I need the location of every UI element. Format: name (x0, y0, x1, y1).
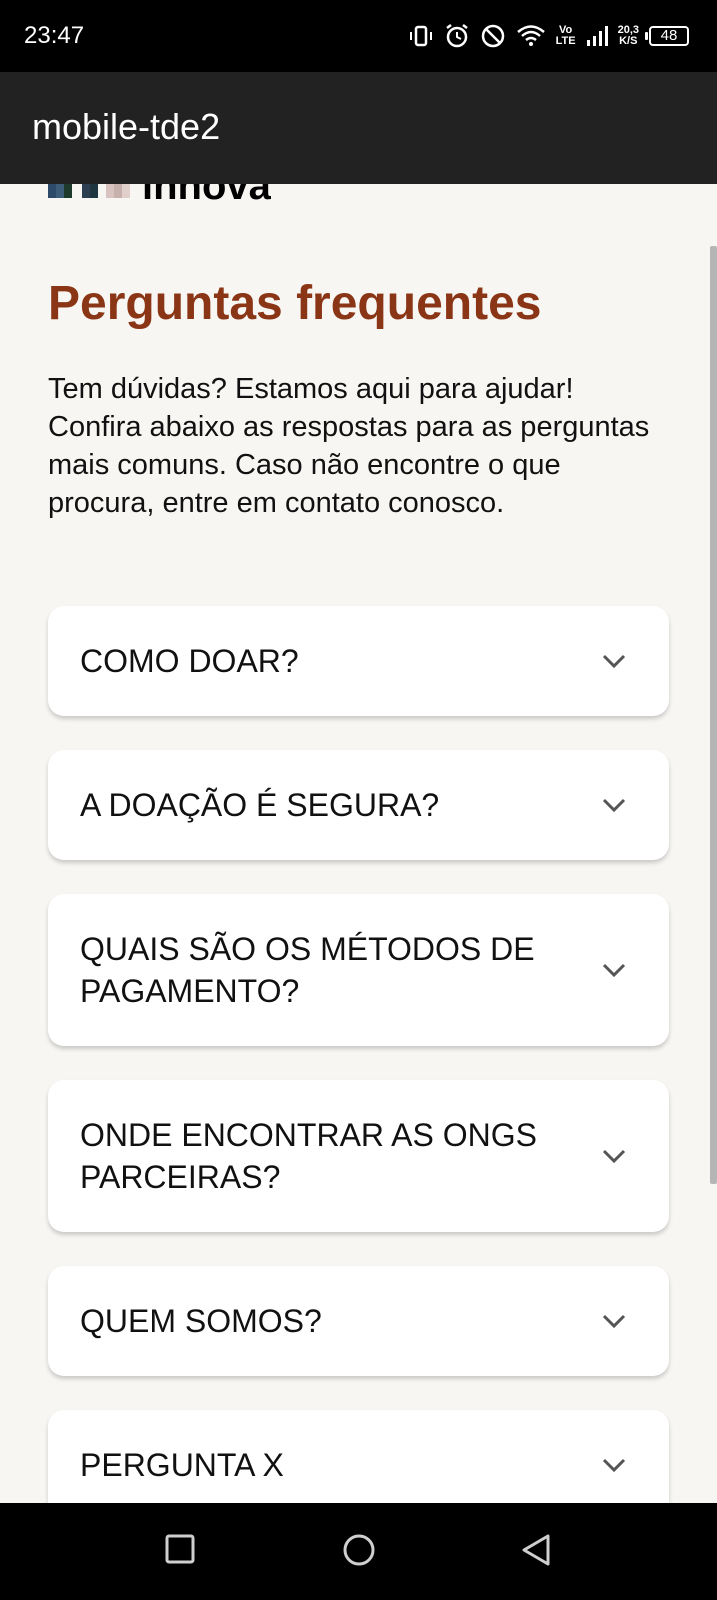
faq-question: QUEM SOMOS? (80, 1303, 322, 1339)
navigation-bar (0, 1503, 717, 1600)
page-title: Perguntas frequentes (48, 277, 542, 330)
faq-page[interactable]: innova Perguntas frequentes Tem dúvidas?… (0, 184, 717, 1503)
faq-item-ongs-parceiras[interactable]: ONDE ENCONTRAR AS ONGS PARCEIRAS? (48, 1080, 669, 1232)
battery-icon: 48 (645, 26, 689, 46)
chevron-down-icon[interactable] (601, 962, 627, 978)
chevron-down-icon[interactable] (601, 1457, 627, 1473)
chevron-down-icon[interactable] (601, 1148, 627, 1164)
faq-item-como-doar[interactable]: COMO DOAR? (48, 606, 669, 716)
logo-image (48, 184, 130, 198)
square-icon[interactable] (164, 1533, 196, 1565)
faq-question: QUAIS SÃO OS MÉTODOS DE PAGAMENTO? (80, 931, 535, 1009)
status-time: 23:47 (24, 22, 85, 49)
intro-text: Tem dúvidas? Estamos aqui para ajudar! C… (48, 373, 650, 519)
faq-question: PERGUNTA X (80, 1447, 284, 1483)
network-speed: 20,3 K/S (618, 25, 639, 47)
status-icons: Vo LTE 20,3 K/S 48 (408, 18, 689, 54)
app-title: mobile-tde2 (32, 106, 221, 147)
alarm-icon (445, 24, 468, 48)
faq-question: COMO DOAR? (80, 643, 299, 679)
faq-item-metodos-pagamento[interactable]: QUAIS SÃO OS MÉTODOS DE PAGAMENTO? (48, 894, 669, 1046)
triangle-back-icon[interactable] (520, 1533, 552, 1567)
faq-question: ONDE ENCONTRAR AS ONGS PARCEIRAS? (80, 1117, 537, 1195)
volte-indicator: Vo LTE (556, 25, 576, 47)
speed-unit: K/S (619, 35, 638, 47)
signal-icon (586, 26, 608, 46)
circle-icon[interactable] (342, 1533, 376, 1567)
vibrate-icon (409, 25, 432, 47)
app-bar: mobile-tde2 (0, 72, 717, 184)
faq-item-doacao-segura[interactable]: A DOAÇÃO É SEGURA? (48, 750, 669, 860)
chevron-down-icon[interactable] (601, 653, 627, 669)
volte-bottom: LTE (555, 35, 576, 47)
logo-text: innova (142, 184, 271, 202)
do-not-disturb-icon (481, 24, 504, 48)
faq-item-quem-somos[interactable]: QUEM SOMOS? (48, 1266, 669, 1376)
faq-item-pergunta-x[interactable]: PERGUNTA X (48, 1410, 669, 1503)
wifi-icon (516, 25, 545, 46)
chevron-down-icon[interactable] (601, 797, 627, 813)
chevron-down-icon[interactable] (601, 1313, 627, 1329)
faq-question: A DOAÇÃO É SEGURA? (80, 787, 440, 823)
status-bar: 23:47 Vo LTE 20,3 K/S 48 (0, 0, 717, 72)
scrollbar[interactable] (710, 246, 717, 1184)
